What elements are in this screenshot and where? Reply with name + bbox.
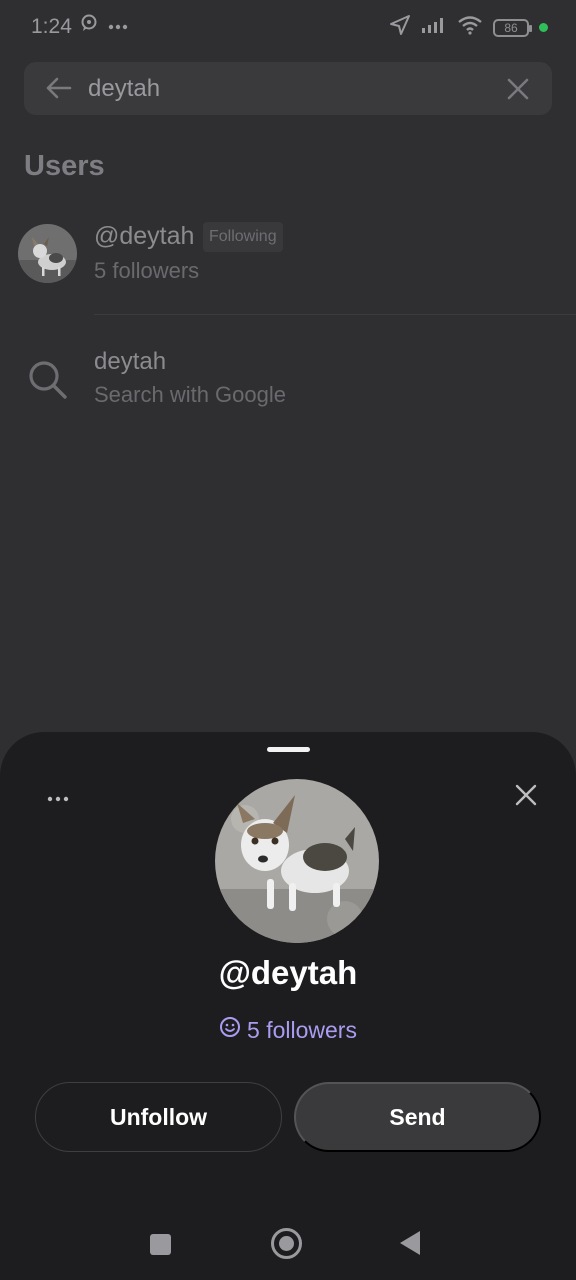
google-search-row[interactable]: deytah Search with Google — [0, 338, 576, 418]
more-dots-icon — [108, 17, 128, 35]
status-left-icons — [80, 14, 128, 37]
close-icon[interactable] — [514, 783, 538, 812]
status-right-icons: 86 — [389, 14, 548, 41]
more-options-icon[interactable] — [46, 790, 70, 808]
profile-handle: @deytah — [218, 954, 358, 991]
back-arrow-icon[interactable] — [44, 76, 72, 105]
clear-search-icon[interactable] — [506, 77, 530, 106]
profile-followers[interactable]: 5 followers — [0, 1016, 576, 1044]
status-time: 1:24 — [31, 15, 72, 38]
users-section-title: Users — [24, 150, 105, 182]
recents-icon[interactable] — [150, 1234, 171, 1255]
smiley-icon — [219, 1016, 241, 1044]
chat-bubble-icon — [80, 14, 98, 37]
system-nav-bar — [0, 1212, 576, 1280]
google-search-query: deytah — [94, 348, 167, 375]
signal-icon — [421, 16, 447, 39]
back-icon[interactable] — [400, 1231, 420, 1255]
following-badge: Following — [203, 222, 283, 252]
profile-avatar — [215, 779, 379, 943]
profile-followers-count: 5 followers — [247, 1016, 357, 1043]
unfollow-button[interactable]: Unfollow — [35, 1082, 282, 1152]
wifi-icon — [457, 15, 483, 40]
avatar — [18, 224, 77, 283]
home-icon[interactable] — [271, 1228, 302, 1259]
search-bar[interactable]: deytah — [24, 62, 552, 115]
status-bar: 1:24 86 — [0, 0, 576, 56]
location-arrow-icon — [389, 14, 411, 41]
user-followers-count: 5 followers — [94, 258, 200, 283]
profile-bottom-sheet: @deytah 5 followers Unfollow Send — [0, 732, 576, 1280]
screen: 1:24 86 deytah Users @deytah Following 5… — [0, 0, 576, 1280]
google-search-subtitle: Search with Google — [94, 382, 286, 407]
search-input[interactable]: deytah — [88, 75, 160, 103]
search-icon — [26, 358, 68, 405]
send-button[interactable]: Send — [294, 1082, 541, 1152]
divider — [94, 314, 576, 315]
battery-icon: 86 — [493, 18, 532, 37]
user-result-row[interactable]: @deytah Following 5 followers — [0, 214, 576, 306]
privacy-dot-icon — [539, 23, 548, 32]
user-handle: @deytah — [94, 222, 195, 250]
sheet-drag-handle[interactable] — [267, 747, 310, 752]
